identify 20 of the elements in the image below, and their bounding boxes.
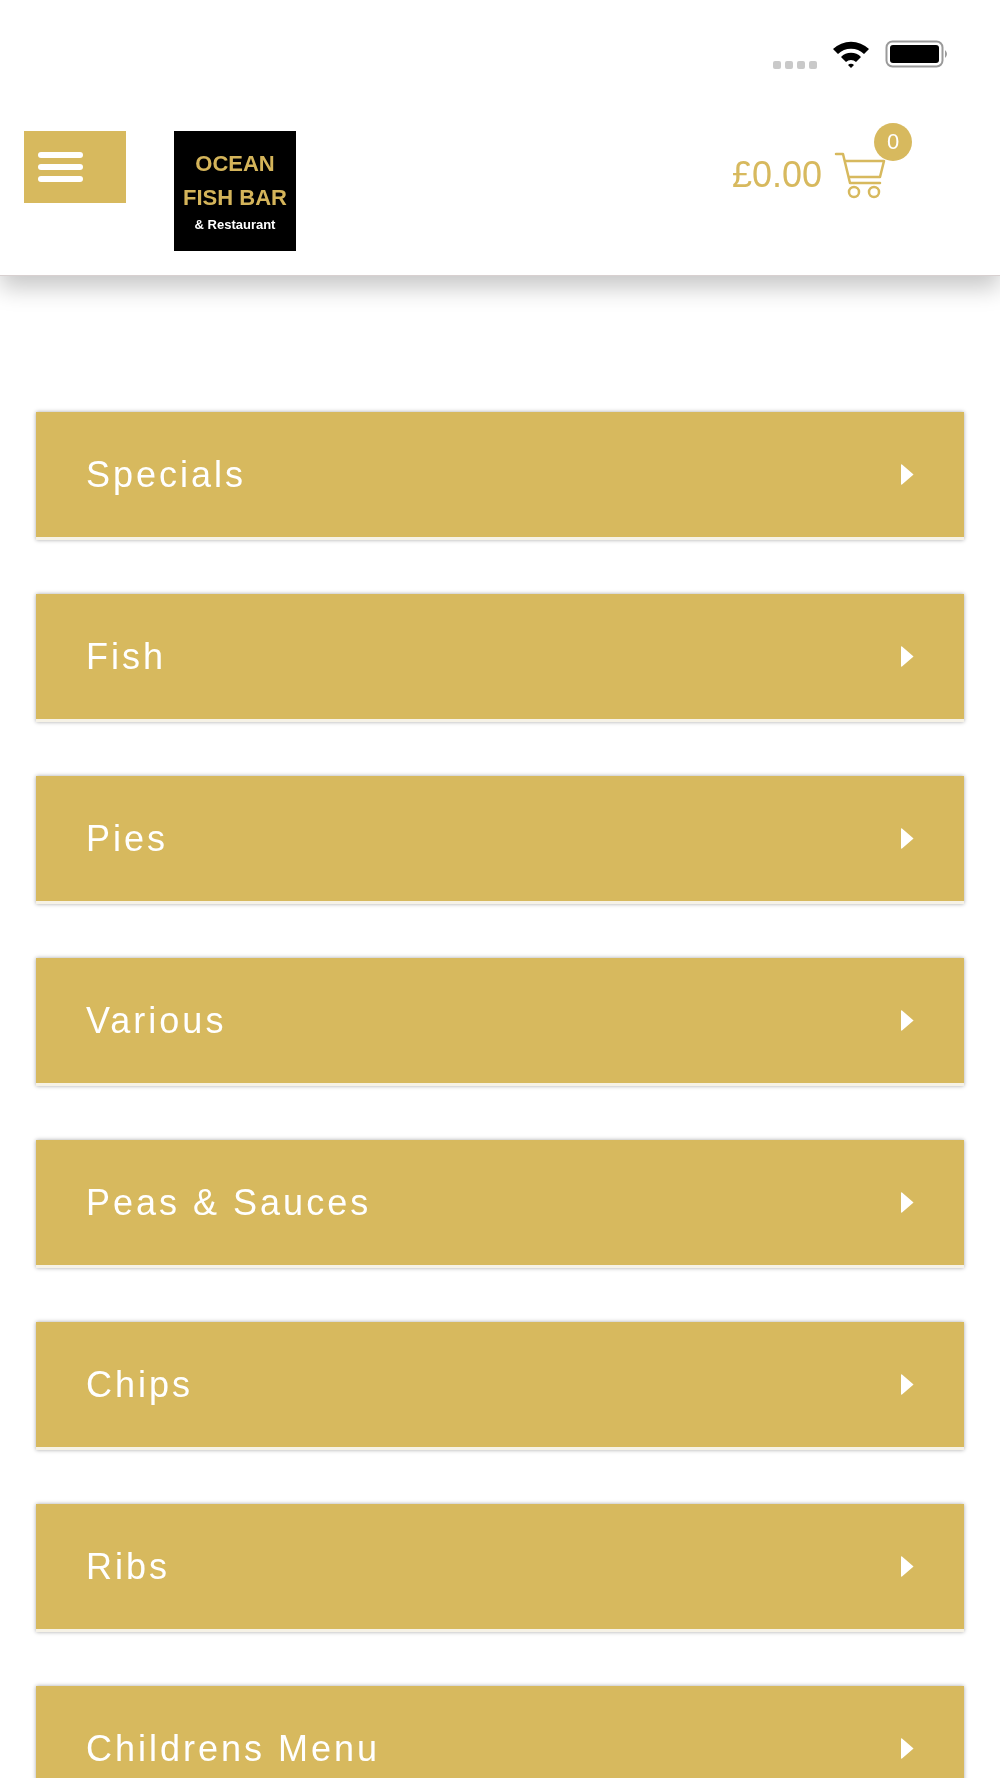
menu-category-button[interactable]: Specials	[36, 412, 964, 540]
menu-category-button[interactable]: Ribs	[36, 1504, 964, 1632]
menu-icon	[38, 152, 83, 182]
menu-category-button[interactable]: Childrens Menu	[36, 1686, 964, 1778]
logo-text: FISH BAR	[183, 184, 287, 212]
menu-category-button[interactable]: Pies	[36, 776, 964, 904]
cart-count-badge: 0	[874, 123, 912, 161]
menu-category-button[interactable]: Various	[36, 958, 964, 1086]
logo[interactable]: OCEAN FISH BAR & Restaurant	[174, 131, 296, 251]
cart-icon[interactable]	[834, 151, 886, 199]
menu-category-button[interactable]: Chips	[36, 1322, 964, 1450]
wifi-icon	[831, 40, 871, 68]
logo-text: & Restaurant	[194, 216, 276, 234]
cart-total[interactable]: £0.00	[731, 155, 822, 195]
battery-icon	[885, 40, 949, 68]
logo-text: OCEAN	[195, 150, 275, 178]
menu-button[interactable]	[24, 131, 126, 203]
signal-dots-icon	[773, 61, 817, 69]
menu-category-button[interactable]: Peas & Sauces	[36, 1140, 964, 1268]
menu-category-button[interactable]: Fish	[36, 594, 964, 722]
